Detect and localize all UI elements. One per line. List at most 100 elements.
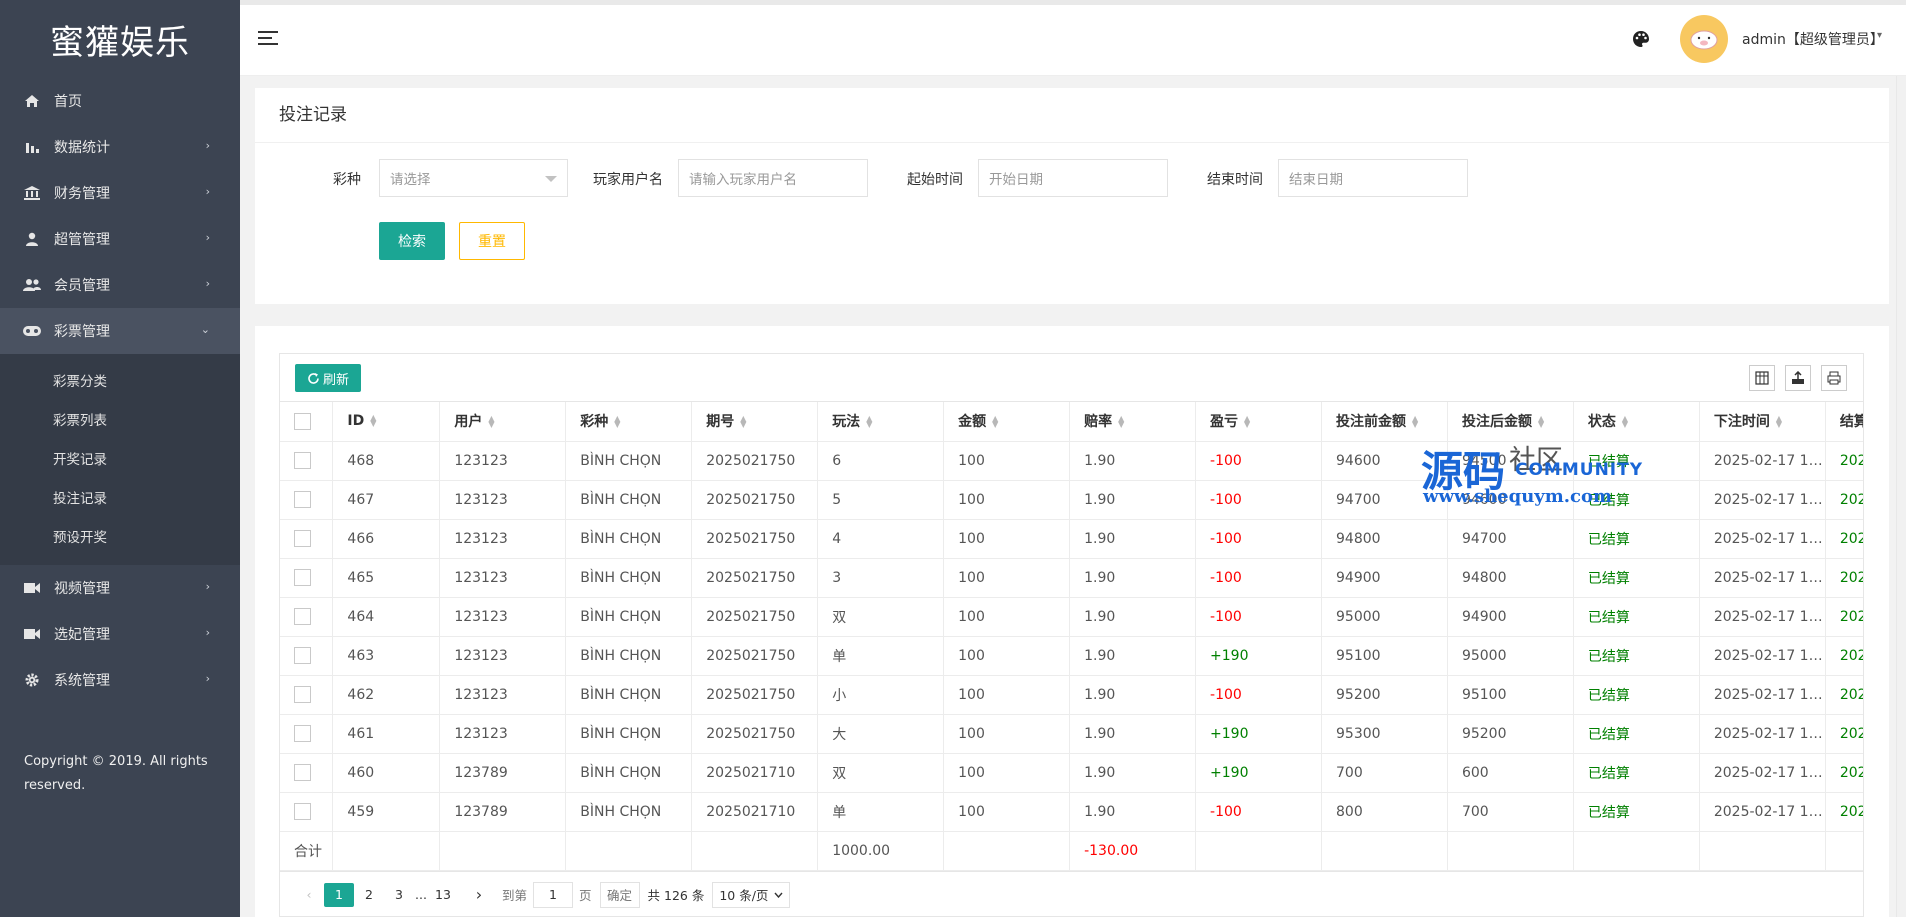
export-icon[interactable] (1785, 365, 1811, 391)
cell-period: 2025021710 (691, 792, 819, 832)
reset-button[interactable]: 重置 (459, 222, 525, 260)
col-odds[interactable]: 赔率 ▲ ▼ (1069, 402, 1197, 442)
col-id[interactable]: ID ▲ ▼ (332, 402, 441, 442)
table-row[interactable]: 468 123123 BÌNH CHỌN 2025021750 6 100 1.90 -100… (280, 441, 1863, 481)
sort-icon[interactable]: ▲ ▼ (1244, 415, 1250, 429)
col-lottery[interactable]: 彩种 ▲ ▼ (565, 402, 693, 442)
sort-icon[interactable]: ▲ ▼ (992, 415, 998, 429)
table-toolbar: 刷新 (280, 354, 1863, 402)
col-profit[interactable]: 盈亏 ▲ ▼ (1195, 402, 1322, 442)
columns-filter-icon[interactable] (1749, 365, 1775, 391)
col-settle-time[interactable]: 结算时间▲▼ (1825, 402, 1863, 442)
cell-id: 462 (332, 675, 441, 715)
row-checkbox[interactable] (294, 452, 311, 469)
sidebar-item-members[interactable]: 会员管理 › (0, 262, 240, 308)
col-amount[interactable]: 金额 ▲ ▼ (943, 402, 1071, 442)
row-checkbox[interactable] (294, 764, 311, 781)
sidebar-item-label: 视频管理 (54, 581, 110, 597)
sort-icon[interactable]: ▲ ▼ (1622, 415, 1628, 429)
sort-icon[interactable]: ▲ ▼ (1118, 415, 1124, 429)
row-checkbox[interactable] (294, 608, 311, 625)
end-date-input[interactable]: 结束日期 (1278, 159, 1468, 197)
sidebar-item-stats[interactable]: 数据统计 › (0, 124, 240, 170)
sort-icon[interactable]: ▲ ▼ (866, 415, 872, 429)
sidebar-subitem-lottery-list[interactable]: 彩票列表 (0, 399, 240, 438)
table-row[interactable]: 459 123789 BÌNH CHỌN 2025021710 单 100 1.90 -100… (280, 792, 1863, 832)
col-user[interactable]: 用户 ▲ ▼ (439, 402, 567, 442)
table-row[interactable]: 462 123123 BÌNH CHỌN 2025021750 小 100 1.90 -100… (280, 675, 1863, 715)
sort-icon[interactable]: ▲ ▼ (740, 415, 746, 429)
cell-amount: 100 (943, 519, 1071, 559)
row-checkbox[interactable] (294, 803, 311, 820)
cell-after-amount: 600 (1447, 753, 1574, 793)
menu-toggle-icon[interactable] (258, 30, 278, 46)
search-button[interactable]: 检索 (379, 222, 445, 260)
print-icon[interactable] (1821, 365, 1847, 391)
caret-down-icon[interactable]: ▾ (1877, 30, 1882, 41)
refresh-label: 刷新 (322, 372, 349, 388)
col-status[interactable]: 状态 ▲ ▼ (1573, 402, 1700, 442)
cell-profit: +190 (1195, 714, 1322, 754)
sidebar-item-system[interactable]: 系统管理 › (0, 657, 240, 703)
sort-icon[interactable]: ▲ ▼ (1412, 415, 1418, 429)
avatar[interactable] (1680, 15, 1728, 63)
cell-id: 463 (332, 636, 441, 676)
next-page-button[interactable]: › (464, 883, 494, 907)
sort-icon[interactable]: ▲ ▼ (488, 415, 494, 429)
palette-icon[interactable] (1632, 30, 1650, 52)
page-button[interactable]: 2 (354, 883, 384, 907)
scrollbar[interactable] (1896, 76, 1906, 917)
sidebar-item-finance[interactable]: 财务管理 › (0, 170, 240, 216)
col-play[interactable]: 玩法 ▲ ▼ (817, 402, 945, 442)
cell-status: 已结算 (1573, 597, 1700, 637)
sidebar-subitem-draw-records[interactable]: 开奖记录 (0, 438, 240, 477)
refresh-button[interactable]: 刷新 (295, 364, 361, 392)
prev-page-button[interactable]: ‹ (294, 883, 324, 907)
row-checkbox[interactable] (294, 686, 311, 703)
refresh-icon (307, 372, 320, 385)
goto-confirm-button[interactable]: 确定 (599, 881, 640, 908)
table-row[interactable]: 460 123789 BÌNH CHỌN 2025021710 双 100 1.90 +190… (280, 753, 1863, 793)
row-select-cell (280, 714, 334, 754)
sidebar-item-home[interactable]: 首页 (0, 78, 240, 124)
col-after-amount[interactable]: 投注后金额 ▲ ▼ (1447, 402, 1574, 442)
lottery-select[interactable]: 请选择 (379, 159, 568, 197)
sidebar-subitem-bet-records[interactable]: 投注记录 (0, 477, 240, 516)
table-row[interactable]: 461 123123 BÌNH CHỌN 2025021750 大 100 1.90 +190… (280, 714, 1863, 754)
col-bet-time[interactable]: 下注时间 ▲ ▼ (1699, 402, 1826, 442)
cell-before-amount: 95300 (1321, 714, 1448, 754)
sidebar-item-admin[interactable]: 超管管理 › (0, 216, 240, 262)
page-button[interactable]: 13 (428, 883, 458, 907)
table-row[interactable]: 467 123123 BÌNH CHỌN 2025021750 5 100 1.90 -100… (280, 480, 1863, 520)
sort-icon[interactable]: ▲ ▼ (614, 415, 620, 429)
page-size-select[interactable]: 10 条/页 (712, 881, 791, 908)
select-all-checkbox[interactable] (294, 412, 311, 430)
sidebar-subitem-lottery-category[interactable]: 彩票分类 (0, 360, 240, 399)
col-before-amount[interactable]: 投注前金额 ▲ ▼ (1321, 402, 1448, 442)
col-period[interactable]: 期号 ▲ ▼ (691, 402, 819, 442)
start-date-input[interactable]: 开始日期 (978, 159, 1168, 197)
chevron-right-icon: › (205, 231, 210, 244)
sort-icon[interactable]: ▲ ▼ (1776, 415, 1782, 429)
row-checkbox[interactable] (294, 569, 311, 586)
user-menu[interactable]: admin【超级管理员】 (1742, 29, 1884, 49)
row-checkbox[interactable] (294, 647, 311, 664)
row-checkbox[interactable] (294, 530, 311, 547)
sidebar-item-lottery[interactable]: 彩票管理 ⌄ (0, 308, 240, 354)
page-button[interactable]: 1 (324, 882, 354, 907)
row-checkbox[interactable] (294, 491, 311, 508)
table-row[interactable]: 465 123123 BÌNH CHỌN 2025021750 3 100 1.90 -100… (280, 558, 1863, 598)
page-button[interactable]: 3 (384, 883, 414, 907)
table-row[interactable]: 463 123123 BÌNH CHỌN 2025021750 单 100 1.90 +190… (280, 636, 1863, 676)
sort-icon[interactable]: ▲ ▼ (370, 414, 376, 428)
goto-page-input[interactable]: 1 (533, 881, 574, 908)
cell-odds: 1.90 (1069, 714, 1197, 754)
row-checkbox[interactable] (294, 725, 311, 742)
sort-icon[interactable]: ▲ ▼ (1538, 415, 1544, 429)
player-input[interactable]: 请输入玩家用户名 (678, 159, 868, 197)
sidebar-subitem-preset-draw[interactable]: 预设开奖 (0, 516, 240, 555)
sidebar-item-video[interactable]: 视频管理 › (0, 565, 240, 611)
table-row[interactable]: 466 123123 BÌNH CHỌN 2025021750 4 100 1.90 -100… (280, 519, 1863, 559)
sidebar-item-concubine[interactable]: 选妃管理 › (0, 611, 240, 657)
table-row[interactable]: 464 123123 BÌNH CHỌN 2025021750 双 100 1.90 -100… (280, 597, 1863, 637)
